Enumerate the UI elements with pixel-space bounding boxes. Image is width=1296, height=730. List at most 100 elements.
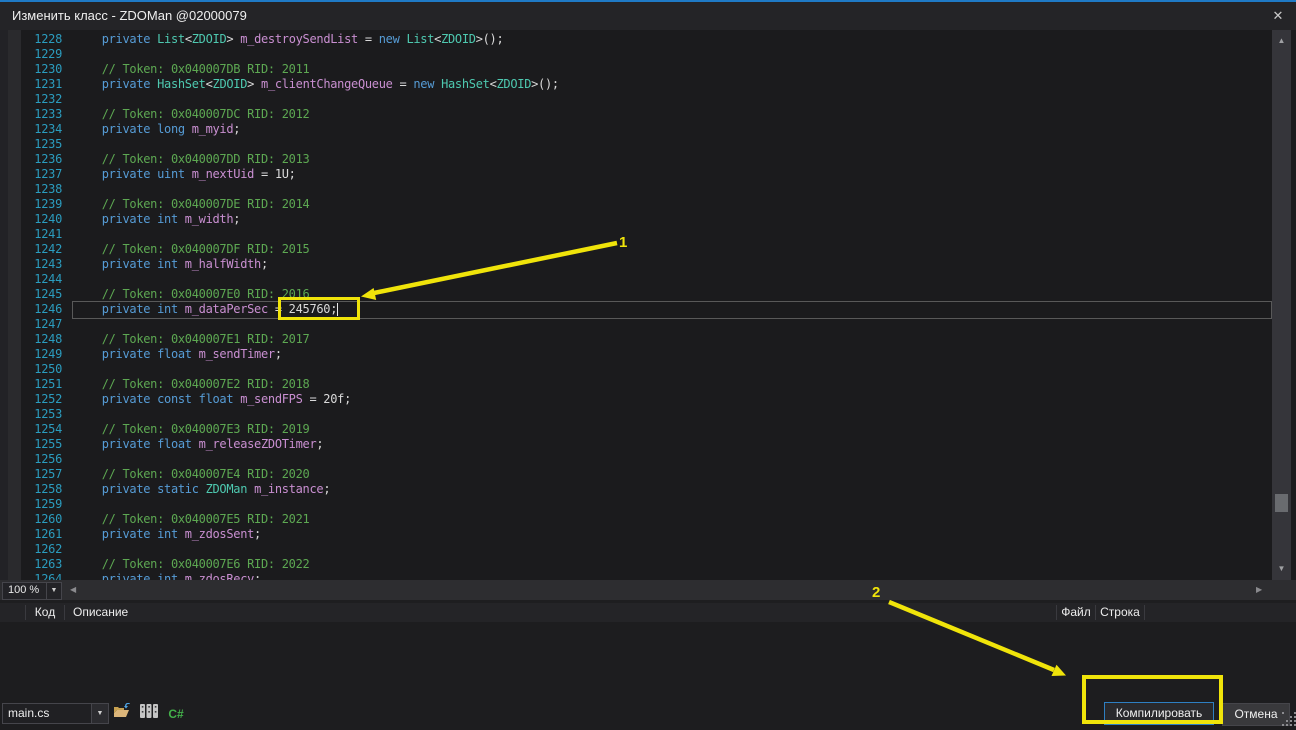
code-line[interactable]: 1233 // Token: 0x040007DC RID: 2012: [0, 107, 1272, 122]
line-number: 1259: [0, 497, 62, 512]
scroll-up-icon[interactable]: ▲: [1272, 34, 1291, 48]
line-number: 1255: [0, 437, 62, 452]
line-number: 1230: [0, 62, 62, 77]
line-number: 1261: [0, 527, 62, 542]
references-button[interactable]: [137, 703, 161, 724]
line-number: 1238: [0, 182, 62, 197]
code-line[interactable]: 1256: [0, 452, 1272, 467]
close-icon[interactable]: ✕: [1262, 2, 1294, 29]
line-number: 1246: [0, 302, 62, 317]
editor-bottom-strip: 100 % ▼ ◀ ▶: [0, 580, 1296, 600]
line-number: 1251: [0, 377, 62, 392]
column-header-icon[interactable]: [0, 605, 26, 620]
code-line[interactable]: 1253: [0, 407, 1272, 422]
code-line[interactable]: 1254 // Token: 0x040007E3 RID: 2019: [0, 422, 1272, 437]
code-line[interactable]: 1244: [0, 272, 1272, 287]
code-line[interactable]: 1229: [0, 47, 1272, 62]
line-number: 1232: [0, 92, 62, 107]
line-number: 1253: [0, 407, 62, 422]
vertical-scrollbar-thumb[interactable]: [1275, 494, 1288, 512]
code-line[interactable]: 1252 private const float m_sendFPS = 20f…: [0, 392, 1272, 407]
zoom-level-select[interactable]: 100 % ▼: [2, 582, 62, 600]
code-line[interactable]: 1234 private long m_myid;: [0, 122, 1272, 137]
code-line[interactable]: 1235: [0, 137, 1272, 152]
zoom-level-value: 100 %: [3, 583, 46, 599]
code-line[interactable]: 1241: [0, 227, 1272, 242]
code-line[interactable]: 1247: [0, 317, 1272, 332]
line-number: 1235: [0, 137, 62, 152]
code-line[interactable]: 1262: [0, 542, 1272, 557]
line-number: 1242: [0, 242, 62, 257]
file-selector[interactable]: main.cs ▼: [2, 703, 109, 724]
code-line[interactable]: 1264 private int m_zdosRecv;: [0, 572, 1272, 580]
code-line[interactable]: 1249 private float m_sendTimer;: [0, 347, 1272, 362]
line-number: 1240: [0, 212, 62, 227]
resize-grip[interactable]: [1282, 712, 1284, 714]
code-line[interactable]: 1250: [0, 362, 1272, 377]
line-number: 1237: [0, 167, 62, 182]
line-number: 1231: [0, 77, 62, 92]
line-number: 1254: [0, 422, 62, 437]
code-line[interactable]: 1251 // Token: 0x040007E2 RID: 2018: [0, 377, 1272, 392]
zoom-dropdown-icon[interactable]: ▼: [46, 583, 61, 599]
code-line[interactable]: 1228 private List<ZDOID> m_destroySendLi…: [0, 32, 1272, 47]
code-line[interactable]: 1258 private static ZDOMan m_instance;: [0, 482, 1272, 497]
csharp-settings-button[interactable]: C#: [164, 703, 188, 724]
scroll-left-icon[interactable]: ◀: [70, 586, 76, 594]
line-number: 1264: [0, 572, 62, 580]
scroll-down-icon[interactable]: ▼: [1272, 562, 1291, 576]
file-selector-value: main.cs: [3, 704, 91, 723]
code-line[interactable]: 1236 // Token: 0x040007DD RID: 2013: [0, 152, 1272, 167]
column-header-file[interactable]: Файл: [1057, 605, 1096, 620]
column-header-line[interactable]: Строка: [1096, 605, 1145, 620]
cancel-button[interactable]: Отмена: [1222, 703, 1290, 726]
line-number: 1239: [0, 197, 62, 212]
code-line[interactable]: 1248 // Token: 0x040007E1 RID: 2017: [0, 332, 1272, 347]
column-header-filler: [1145, 605, 1296, 620]
line-number: 1241: [0, 227, 62, 242]
assembly-references-icon: [139, 703, 159, 724]
code-line[interactable]: 1242 // Token: 0x040007DF RID: 2015: [0, 242, 1272, 257]
code-line[interactable]: 1238: [0, 182, 1272, 197]
scroll-right-icon[interactable]: ▶: [1256, 586, 1262, 594]
edit-class-dialog: Изменить класс - ZDOMan @02000079 ✕ 1228…: [0, 0, 1296, 730]
code-line[interactable]: 1239 // Token: 0x040007DE RID: 2014: [0, 197, 1272, 212]
line-number: 1236: [0, 152, 62, 167]
line-number: 1263: [0, 557, 62, 572]
title-bar[interactable]: Изменить класс - ZDOMan @02000079 ✕: [0, 2, 1296, 30]
code-line[interactable]: 1245 // Token: 0x040007E0 RID: 2016: [0, 287, 1272, 302]
code-line[interactable]: 1255 private float m_releaseZDOTimer;: [0, 437, 1272, 452]
file-selector-dropdown-icon[interactable]: ▼: [91, 704, 108, 723]
column-header-description[interactable]: Описание: [65, 605, 1057, 620]
code-line[interactable]: 1243 private int m_halfWidth;: [0, 257, 1272, 272]
window-title: Изменить класс - ZDOMan @02000079: [12, 2, 247, 30]
current-line-highlight: [72, 301, 1272, 319]
code-editor[interactable]: 1228 private List<ZDOID> m_destroySendLi…: [0, 30, 1296, 580]
line-number: 1260: [0, 512, 62, 527]
code-line[interactable]: 1260 // Token: 0x040007E5 RID: 2021: [0, 512, 1272, 527]
line-number: 1257: [0, 467, 62, 482]
compile-button[interactable]: Компилировать: [1104, 702, 1214, 725]
line-number: 1256: [0, 452, 62, 467]
code-line[interactable]: 1257 // Token: 0x040007E4 RID: 2020: [0, 467, 1272, 482]
line-number: 1250: [0, 362, 62, 377]
code-line[interactable]: 1240 private int m_width;: [0, 212, 1272, 227]
code-line[interactable]: 1237 private uint m_nextUid = 1U;: [0, 167, 1272, 182]
line-number: 1248: [0, 332, 62, 347]
column-header-code[interactable]: Код: [26, 605, 65, 620]
line-number: 1233: [0, 107, 62, 122]
line-number: 1245: [0, 287, 62, 302]
code-line[interactable]: 1261 private int m_zdosSent;: [0, 527, 1272, 542]
error-list-header: Код Описание Файл Строка: [0, 603, 1296, 622]
code-line[interactable]: 1232: [0, 92, 1272, 107]
code-line[interactable]: 1263 // Token: 0x040007E6 RID: 2022: [0, 557, 1272, 572]
error-list[interactable]: [0, 622, 1296, 730]
line-number: 1244: [0, 272, 62, 287]
line-number: 1228: [0, 32, 62, 47]
code-line[interactable]: 1231 private HashSet<ZDOID> m_clientChan…: [0, 77, 1272, 92]
code-line[interactable]: 1259: [0, 497, 1272, 512]
line-number: 1229: [0, 47, 62, 62]
open-file-button[interactable]: [110, 703, 134, 724]
code-line[interactable]: 1230 // Token: 0x040007DB RID: 2011: [0, 62, 1272, 77]
vertical-scrollbar[interactable]: ▲ ▼: [1272, 30, 1291, 580]
